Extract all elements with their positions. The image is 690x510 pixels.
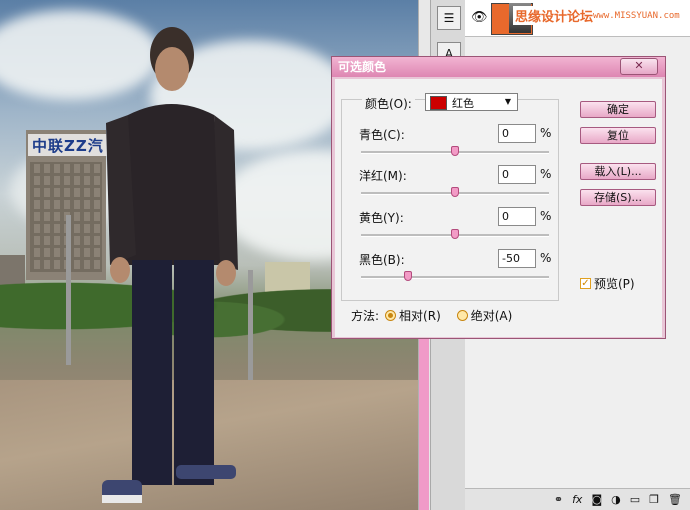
man-figure — [102, 27, 238, 503]
layers-panel-icon[interactable]: ☰ — [437, 6, 461, 30]
row-label: 洋红(M): — [359, 169, 407, 183]
chevron-down-icon: ▼ — [504, 97, 511, 106]
slider-track[interactable] — [361, 276, 549, 279]
layers-toolbar: ⚭ fx ◙ ◑ ▭ ❐ 🗑 — [465, 488, 690, 510]
new-layer-icon[interactable]: ❐ — [649, 493, 659, 506]
watermark-url: www.MISSYUAN.com — [593, 11, 680, 21]
close-button[interactable]: ✕ — [620, 58, 658, 75]
slider-thumb[interactable] — [451, 187, 459, 197]
value-input[interactable]: 0 — [498, 165, 536, 184]
colors-dropdown[interactable]: 红色 ▼ — [425, 93, 518, 111]
layer-row[interactable]: 👁 思缘设计论坛 www.MISSYUAN.com — [465, 0, 690, 37]
method-relative-radio[interactable]: 相对(R) — [385, 307, 441, 324]
watermark-text: 思缘设计论坛 — [513, 6, 596, 25]
street-lamp — [66, 215, 71, 365]
eye-icon[interactable]: 👁 — [471, 10, 488, 25]
percent-unit: % — [540, 251, 552, 265]
method-relative-label: 相对(R) — [399, 309, 441, 323]
radio-selected-icon[interactable] — [385, 310, 397, 321]
row-label: 青色(C): — [359, 128, 405, 142]
value-input[interactable]: -50 — [498, 249, 536, 268]
colors-dropdown-value: 红色 — [452, 97, 474, 110]
value-input[interactable]: 0 — [498, 124, 536, 143]
trash-icon[interactable]: 🗑 — [668, 493, 682, 506]
row-label: 黄色(Y): — [359, 211, 404, 225]
method-group: 方法: 相对(R) 绝对(A) — [351, 307, 522, 324]
method-absolute-label: 绝对(A) — [470, 309, 513, 323]
preview-checkbox[interactable]: ✓ 预览(P) — [580, 275, 635, 292]
percent-unit: % — [540, 209, 552, 223]
mask-icon[interactable]: ◙ — [591, 493, 602, 506]
dialog-title: 可选颜色 — [338, 60, 387, 74]
radio-icon[interactable] — [456, 310, 468, 321]
method-label: 方法: — [351, 309, 380, 323]
ok-button[interactable]: 确定 — [580, 101, 656, 118]
save-button[interactable]: 存储(S)... — [580, 189, 656, 206]
slider-thumb[interactable] — [451, 229, 459, 239]
folder-icon[interactable]: ▭ — [630, 493, 640, 506]
close-icon: ✕ — [634, 59, 644, 72]
slider-thumb[interactable] — [404, 271, 412, 281]
reset-button[interactable]: 复位 — [580, 127, 656, 144]
color-swatch — [430, 96, 447, 110]
percent-unit: % — [540, 167, 552, 181]
selective-color-dialog: 可选颜色 ✕ 颜色(O): 红色 ▼ 青色(C): 0% 洋红(M): 0% 黄色(Y)… — [331, 56, 666, 339]
fx-icon[interactable]: fx — [572, 493, 582, 506]
row-label: 黑色(B): — [359, 253, 405, 267]
adjustment-icon[interactable]: ◑ — [611, 493, 621, 506]
dialog-body: 颜色(O): 红色 ▼ 青色(C): 0% 洋红(M): 0% 黄色(Y): 0% 黑色(B… — [335, 79, 662, 337]
checkbox-icon[interactable]: ✓ — [580, 278, 591, 289]
street-lamp — [248, 270, 253, 380]
value-input[interactable]: 0 — [498, 207, 536, 226]
dialog-titlebar[interactable]: 可选颜色 ✕ — [332, 57, 665, 77]
link-icon[interactable]: ⚭ — [554, 493, 563, 506]
slider-thumb[interactable] — [451, 146, 459, 156]
percent-unit: % — [540, 126, 552, 140]
load-button[interactable]: 载入(L)... — [580, 163, 656, 180]
method-absolute-radio[interactable]: 绝对(A) — [456, 307, 513, 324]
colors-label: 颜色(O): — [362, 95, 415, 112]
preview-label: 预览(P) — [594, 277, 635, 291]
